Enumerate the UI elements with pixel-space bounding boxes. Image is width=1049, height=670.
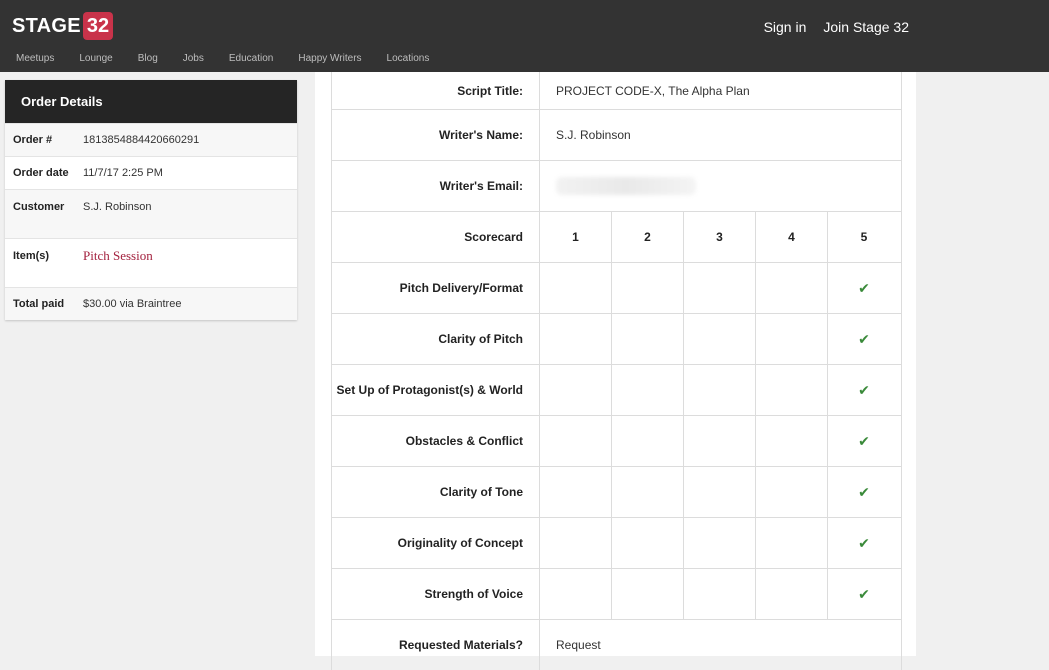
stage32-logo[interactable]: STAGE 32 bbox=[12, 11, 114, 41]
top-navbar: STAGE 32 Sign in Join Stage 32 Meetups L… bbox=[0, 0, 1049, 72]
join-link[interactable]: Join Stage 32 bbox=[823, 17, 909, 37]
writer-email-label: Writer's Email: bbox=[332, 161, 540, 211]
auth-links: Sign in Join Stage 32 bbox=[764, 17, 909, 37]
customer-label: Customer bbox=[13, 201, 65, 213]
order-details-title: Order Details bbox=[5, 80, 297, 123]
checkmark-icon: ✔ bbox=[858, 330, 870, 347]
score-column-5: 5 bbox=[860, 230, 868, 244]
criterion-label: Set Up of Protagonist(s) & World bbox=[332, 365, 540, 415]
criterion-label: Strength of Voice bbox=[332, 569, 540, 619]
order-number-label: Order # bbox=[13, 134, 53, 146]
criterion-row: Originality of Concept ✔ bbox=[332, 518, 901, 569]
criterion-label: Clarity of Tone bbox=[332, 467, 540, 517]
criterion-row: Strength of Voice ✔ bbox=[332, 569, 901, 620]
total-paid-label: Total paid bbox=[13, 298, 65, 310]
nav-blog[interactable]: Blog bbox=[138, 52, 158, 66]
order-details-panel: Order Details Order # 181385488442066029… bbox=[5, 80, 297, 320]
nav-education[interactable]: Education bbox=[229, 52, 273, 66]
checkmark-icon: ✔ bbox=[858, 534, 870, 551]
logo-text: STAGE bbox=[12, 15, 81, 37]
writer-name-value: S.J. Robinson bbox=[556, 128, 631, 142]
order-row-customer: Customer S.J. Robinson bbox=[5, 189, 297, 238]
items-value-pitch-session[interactable]: Pitch Session bbox=[83, 239, 153, 287]
criterion-row: Set Up of Protagonist(s) & World ✔ bbox=[332, 365, 901, 416]
writer-name-row: Writer's Name: S.J. Robinson bbox=[332, 110, 901, 161]
checkmark-icon: ✔ bbox=[858, 279, 870, 296]
order-row-date: Order date 11/7/17 2:25 PM bbox=[5, 156, 297, 189]
nav-locations[interactable]: Locations bbox=[387, 52, 430, 66]
nav-meetups[interactable]: Meetups bbox=[16, 52, 54, 66]
items-label: Item(s) bbox=[13, 250, 50, 262]
order-row-items: Item(s) Pitch Session bbox=[5, 238, 297, 287]
pitch-feedback-content: Script Title: PROJECT CODE-X, The Alpha … bbox=[315, 72, 916, 670]
main-nav: Meetups Lounge Blog Jobs Education Happy… bbox=[16, 52, 454, 66]
script-title-value: PROJECT CODE-X, The Alpha Plan bbox=[556, 83, 750, 98]
total-paid-value: $30.00 via Braintree bbox=[83, 298, 182, 310]
order-number-value: 1813854884420660291 bbox=[83, 134, 200, 146]
score-column-3: 3 bbox=[684, 212, 756, 262]
order-date-value: 11/7/17 2:25 PM bbox=[83, 167, 163, 179]
order-date-label: Order date bbox=[13, 167, 69, 179]
score-column-4: 4 bbox=[756, 212, 828, 262]
requested-materials-label: Requested Materials? bbox=[332, 620, 540, 670]
requested-materials-value: Request bbox=[556, 638, 601, 652]
criterion-row: Clarity of Pitch ✔ bbox=[332, 314, 901, 365]
feedback-table: Script Title: PROJECT CODE-X, The Alpha … bbox=[331, 72, 902, 670]
nav-jobs[interactable]: Jobs bbox=[183, 52, 204, 66]
criterion-label: Originality of Concept bbox=[332, 518, 540, 568]
criterion-label: Obstacles & Conflict bbox=[332, 416, 540, 466]
requested-materials-row: Requested Materials? Request bbox=[332, 620, 901, 670]
checkmark-icon: ✔ bbox=[858, 483, 870, 500]
checkmark-icon: ✔ bbox=[858, 381, 870, 398]
score-column-2: 2 bbox=[612, 212, 684, 262]
sign-in-link[interactable]: Sign in bbox=[764, 17, 807, 37]
criterion-row: Pitch Delivery/Format ✔ bbox=[332, 263, 901, 314]
script-title-row: Script Title: PROJECT CODE-X, The Alpha … bbox=[332, 72, 901, 110]
logo-number-badge: 32 bbox=[82, 12, 114, 40]
redacted-email bbox=[556, 177, 696, 195]
order-row-total: Total paid $30.00 via Braintree bbox=[5, 287, 297, 320]
criterion-label: Clarity of Pitch bbox=[332, 314, 540, 364]
order-row-number: Order # 1813854884420660291 bbox=[5, 123, 297, 156]
customer-value: S.J. Robinson bbox=[83, 201, 152, 213]
script-title-label: Script Title: bbox=[332, 72, 540, 109]
nav-happy-writers[interactable]: Happy Writers bbox=[298, 52, 361, 66]
criterion-label: Pitch Delivery/Format bbox=[332, 263, 540, 313]
checkmark-icon: ✔ bbox=[858, 432, 870, 449]
writer-email-value bbox=[540, 161, 901, 211]
checkmark-icon: ✔ bbox=[858, 585, 870, 602]
writer-email-row: Writer's Email: bbox=[332, 161, 901, 212]
scorecard-header-row: Scorecard 1 2 3 4 5 bbox=[332, 212, 901, 263]
criterion-row: Obstacles & Conflict ✔ bbox=[332, 416, 901, 467]
scorecard-label: Scorecard bbox=[332, 212, 540, 262]
writer-name-label: Writer's Name: bbox=[332, 110, 540, 160]
criterion-row: Clarity of Tone ✔ bbox=[332, 467, 901, 518]
nav-lounge[interactable]: Lounge bbox=[79, 52, 112, 66]
score-column-1: 1 bbox=[540, 212, 612, 262]
